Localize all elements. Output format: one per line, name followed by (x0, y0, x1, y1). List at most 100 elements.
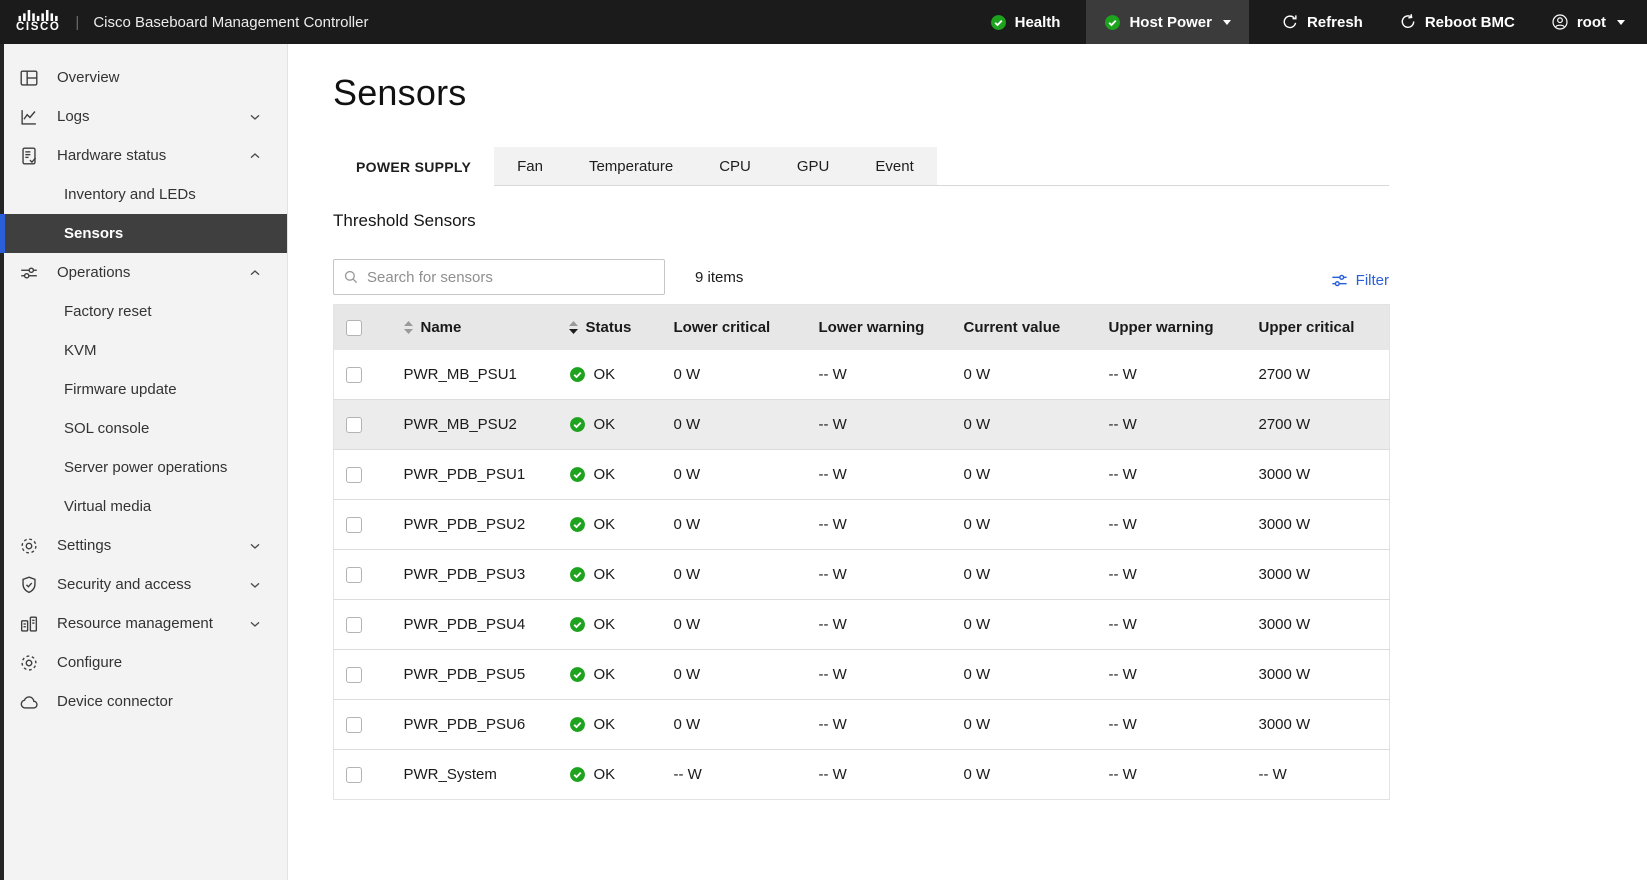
cisco-brand-text: cisco (16, 21, 61, 34)
table-row[interactable]: PWR_PDB_PSU5 OK 0 W -- W0 W -- W 3000 W (333, 649, 1390, 700)
sidebar-item-security-and-access[interactable]: Security and access (0, 565, 287, 604)
tab-event[interactable]: Event (852, 147, 936, 185)
chevron-up-icon (247, 265, 263, 281)
sidebar-item-virtual-media[interactable]: Virtual media (0, 487, 287, 526)
column-header-name[interactable]: Name (391, 304, 557, 350)
row-checkbox[interactable] (346, 717, 362, 734)
table-row[interactable]: PWR_PDB_PSU4 OK 0 W -- W0 W -- W 3000 W (333, 599, 1390, 650)
sensor-tabs: POWER SUPPLY Fan Temperature CPU GPU Event (333, 147, 1389, 186)
current-value-cell: 0 W (951, 649, 1097, 700)
sidebar-item-operations[interactable]: Operations (0, 253, 287, 292)
status-label: OK (593, 566, 616, 583)
sensor-name-cell: PWR_PDB_PSU5 (391, 649, 557, 700)
tab-gpu[interactable]: GPU (774, 147, 853, 185)
table-body: PWR_MB_PSU1 OK 0 W -- W0 W -- W 2700 W PWR_MB_… (333, 349, 1390, 800)
table-row[interactable]: PWR_MB_PSU2 OK 0 W -- W0 W -- W 2700 W (333, 399, 1390, 450)
status-ok-icon (569, 666, 586, 683)
row-checkbox[interactable] (346, 617, 362, 634)
lower-critical-cell: 0 W (661, 449, 807, 500)
sidebar-item-device-connector[interactable]: Device connector (0, 682, 287, 721)
sidebar-item-label: Logs (57, 108, 90, 125)
table-row[interactable]: PWR_PDB_PSU3 OK 0 W -- W0 W -- W 3000 W (333, 549, 1390, 600)
sidebar-item-firmware-update[interactable]: Firmware update (0, 370, 287, 409)
refresh-button[interactable]: Refresh (1277, 0, 1367, 44)
sidebar-item-label: Operations (57, 264, 131, 281)
sidebar-item-logs[interactable]: Logs (0, 97, 287, 136)
status-label: OK (593, 766, 616, 783)
sidebar-item-label: SOL console (64, 420, 150, 437)
upper-warning-cell: -- W (1096, 449, 1247, 500)
upper-critical-cell: 3000 W (1246, 499, 1390, 550)
lower-warning-cell: -- W (806, 649, 952, 700)
filter-button[interactable]: Filter (1330, 271, 1389, 290)
status-badge: OK (569, 566, 662, 583)
row-checkbox[interactable] (346, 767, 362, 784)
table-row[interactable]: PWR_PDB_PSU6 OK 0 W -- W0 W -- W 3000 W (333, 699, 1390, 750)
main-content: Sensors POWER SUPPLY Fan Temperature CPU GPU… (289, 44, 1647, 880)
sidebar-item-label: Settings (57, 537, 112, 554)
sidebar-item-label: Virtual media (64, 498, 152, 515)
column-header-current-value[interactable]: Current value (951, 304, 1097, 350)
tab-fan[interactable]: Fan (494, 147, 566, 185)
hardware-status-icon (18, 145, 40, 167)
row-checkbox[interactable] (346, 417, 362, 434)
search-input[interactable] (333, 259, 665, 295)
table-row[interactable]: PWR_PDB_PSU2 OK 0 W -- W0 W -- W 3000 W (333, 499, 1390, 550)
tab-power-supply[interactable]: POWER SUPPLY (333, 147, 495, 186)
status-badge: OK (569, 416, 662, 433)
row-checkbox[interactable] (346, 467, 362, 484)
row-checkbox[interactable] (346, 567, 362, 584)
sidebar-item-label: Firmware update (64, 381, 177, 398)
upper-critical-cell: -- W (1246, 749, 1390, 800)
top-bar: cisco | Cisco Baseboard Management Contr… (0, 0, 1647, 44)
logs-icon (18, 106, 40, 128)
reboot-bmc-button[interactable]: Reboot BMC (1395, 0, 1519, 44)
status-ok-icon (569, 416, 586, 433)
sidebar-item-label: Hardware status (57, 147, 167, 164)
status-ok-icon (569, 616, 586, 633)
select-all-checkbox[interactable] (346, 319, 362, 336)
sidebar-item-hardware-status[interactable]: Hardware status (0, 136, 287, 175)
host-power-button[interactable]: Host Power (1086, 0, 1249, 44)
column-header-upper-critical[interactable]: Upper critical (1246, 304, 1390, 350)
sidebar-item-inventory-and-leds[interactable]: Inventory and LEDs (0, 175, 287, 214)
sensor-name-cell: PWR_MB_PSU2 (391, 399, 557, 450)
sidebar-item-overview[interactable]: Overview (0, 58, 287, 97)
tab-cpu[interactable]: CPU (696, 147, 774, 185)
row-checkbox[interactable] (346, 517, 362, 534)
tab-temperature[interactable]: Temperature (566, 147, 696, 185)
health-status[interactable]: Health (986, 0, 1065, 44)
sidebar-item-resource-management[interactable]: Resource management (0, 604, 287, 643)
sidebar-item-server-power-operations[interactable]: Server power operations (0, 448, 287, 487)
column-header-upper-warning[interactable]: Upper warning (1096, 304, 1247, 350)
current-value-cell: 0 W (951, 349, 1097, 400)
sidebar-item-configure[interactable]: Configure (0, 643, 287, 682)
row-checkbox[interactable] (346, 366, 362, 383)
table-row[interactable]: PWR_MB_PSU1 OK 0 W -- W0 W -- W 2700 W (333, 349, 1390, 400)
sidebar-item-settings[interactable]: Settings (0, 526, 287, 565)
column-header-lower-critical[interactable]: Lower critical (661, 304, 807, 350)
column-header-lower-warning[interactable]: Lower warning (806, 304, 952, 350)
sidebar-item-sensors[interactable]: Sensors (0, 214, 287, 253)
sidebar-item-kvm[interactable]: KVM (0, 331, 287, 370)
user-menu[interactable]: root (1547, 0, 1629, 44)
sidebar-item-label: Device connector (57, 693, 173, 710)
column-header-status[interactable]: Status (556, 304, 662, 350)
current-value-cell: 0 W (951, 549, 1097, 600)
lower-critical-cell: 0 W (661, 599, 807, 650)
sidebar-item-factory-reset[interactable]: Factory reset (0, 292, 287, 331)
upper-critical-cell: 3000 W (1246, 649, 1390, 700)
lower-warning-cell: -- W (806, 599, 952, 650)
upper-warning-cell: -- W (1096, 749, 1247, 800)
lower-warning-cell: -- W (806, 749, 952, 800)
table-row[interactable]: PWR_System OK -- W -- W0 W -- W -- W (333, 749, 1390, 800)
table-row[interactable]: PWR_PDB_PSU1 OK 0 W -- W0 W -- W 3000 W (333, 449, 1390, 500)
lower-critical-cell: 0 W (661, 649, 807, 700)
sidebar-item-sol-console[interactable]: SOL console (0, 409, 287, 448)
table-toolbar: 9 items Filter (333, 259, 1389, 295)
current-value-cell: 0 W (951, 399, 1097, 450)
items-count: 9 items (695, 268, 744, 286)
status-ok-icon (569, 466, 586, 483)
row-checkbox[interactable] (346, 667, 362, 684)
status-label: OK (593, 666, 616, 683)
